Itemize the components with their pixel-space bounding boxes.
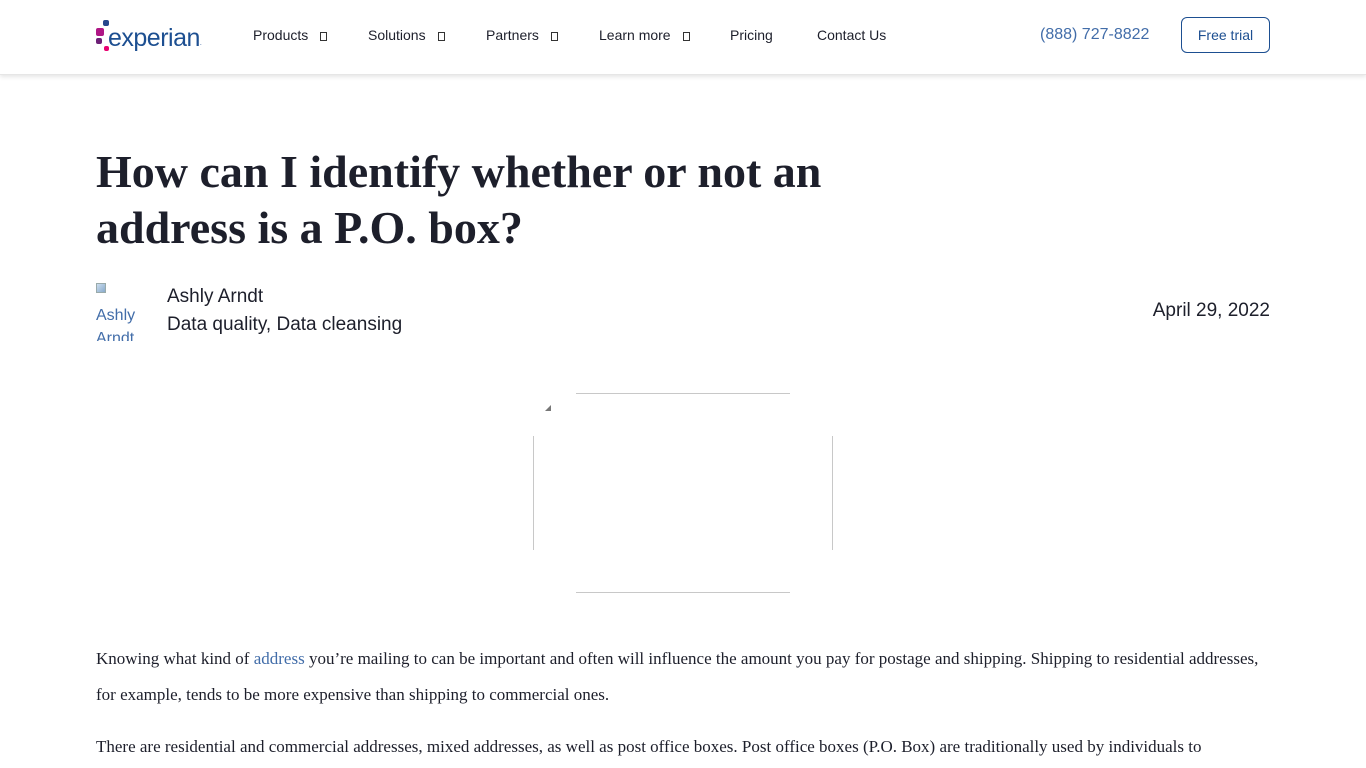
phone-link[interactable]: (888) 727-8822 [1040, 26, 1149, 44]
nav-item-partners[interactable]: Partners [486, 27, 558, 43]
author-avatar: Ashly Arndt [96, 281, 140, 341]
nav-item-label: Learn more [599, 27, 671, 43]
article-paragraph: There are residential and commercial add… [96, 737, 1202, 756]
broken-image-icon [96, 283, 106, 293]
frame-border-bottom [576, 592, 790, 593]
chevron-down-icon [550, 31, 558, 41]
article-paragraph: Knowing what kind of address you’re mail… [96, 641, 1272, 713]
nav-item-contact-us[interactable]: Contact Us [817, 27, 886, 43]
chevron-down-icon [437, 31, 445, 41]
experian-logo[interactable]: experian. [96, 18, 212, 58]
broken-image-icon [545, 405, 551, 411]
nav-item-label: Partners [486, 27, 539, 43]
nav-item-solutions[interactable]: Solutions [368, 27, 445, 43]
publish-date: April 29, 2022 [1152, 300, 1270, 321]
nav-item-label: Solutions [368, 27, 426, 43]
avatar-alt-text: Arndt [96, 330, 135, 341]
free-trial-button[interactable]: Free trial [1181, 17, 1270, 53]
author-name[interactable]: Ashly Arndt [167, 286, 263, 308]
logo-text: experian [108, 24, 200, 52]
nav-item-products[interactable]: Products [253, 27, 328, 43]
nav-item-label: Products [253, 27, 309, 43]
site-header: experian. Products Solutions Partners Le… [0, 0, 1366, 75]
article-title: How can I identify whether or not an add… [96, 146, 822, 253]
frame-border-right [832, 436, 833, 550]
frame-border-top [576, 393, 790, 394]
frame-border-left [533, 436, 534, 550]
article-image-placeholder [533, 393, 833, 593]
chevron-down-icon [320, 31, 328, 41]
logo-mark: . [199, 40, 202, 47]
nav-item-label: Pricing [730, 27, 773, 43]
article-tags[interactable]: Data quality, Data cleansing [167, 314, 402, 336]
nav-item-label: Contact Us [817, 27, 887, 43]
avatar-alt-text: Ashly [96, 307, 136, 324]
address-link[interactable]: address [254, 649, 305, 668]
chevron-down-icon [682, 31, 690, 41]
paragraph-text: Knowing what kind of [96, 649, 254, 668]
nav-item-learn-more[interactable]: Learn more [599, 27, 690, 43]
logo-wordmark: experian. [108, 24, 202, 53]
nav-item-pricing[interactable]: Pricing [730, 27, 773, 43]
